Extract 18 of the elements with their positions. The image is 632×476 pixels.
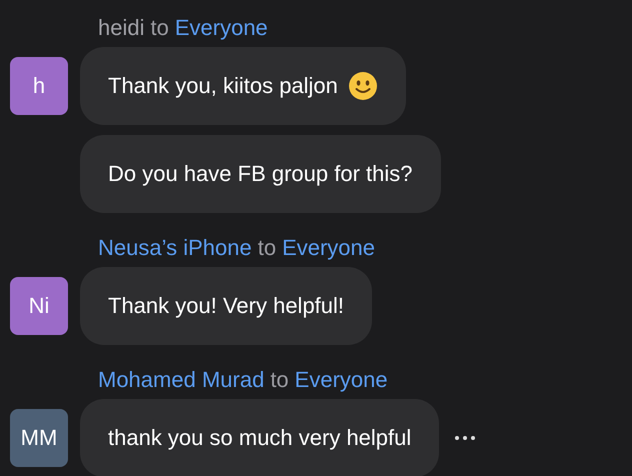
- message-text: Thank you, kiitos paljon: [108, 73, 338, 99]
- avatar: h: [10, 57, 68, 115]
- smiley-icon: [348, 71, 378, 101]
- sender-name: heidi: [98, 15, 144, 41]
- to-label: to: [258, 235, 276, 261]
- recipient-name: Everyone: [294, 367, 388, 393]
- recipient-name: Everyone: [282, 235, 376, 261]
- message-text: Do you have FB group for this?: [108, 161, 412, 187]
- message-text: thank you so much very helpful: [108, 425, 412, 451]
- avatar: MM: [10, 409, 68, 467]
- message-text: Thank you! Very helpful!: [108, 293, 344, 319]
- more-icon[interactable]: [455, 436, 476, 440]
- recipient-name: Everyone: [174, 15, 268, 41]
- sender-name: Mohamed Murad: [98, 367, 264, 393]
- to-label: to: [270, 367, 289, 393]
- sender-name: Neusa’s iPhone: [98, 235, 252, 261]
- avatar: Ni: [10, 277, 68, 335]
- to-label: to: [150, 15, 169, 41]
